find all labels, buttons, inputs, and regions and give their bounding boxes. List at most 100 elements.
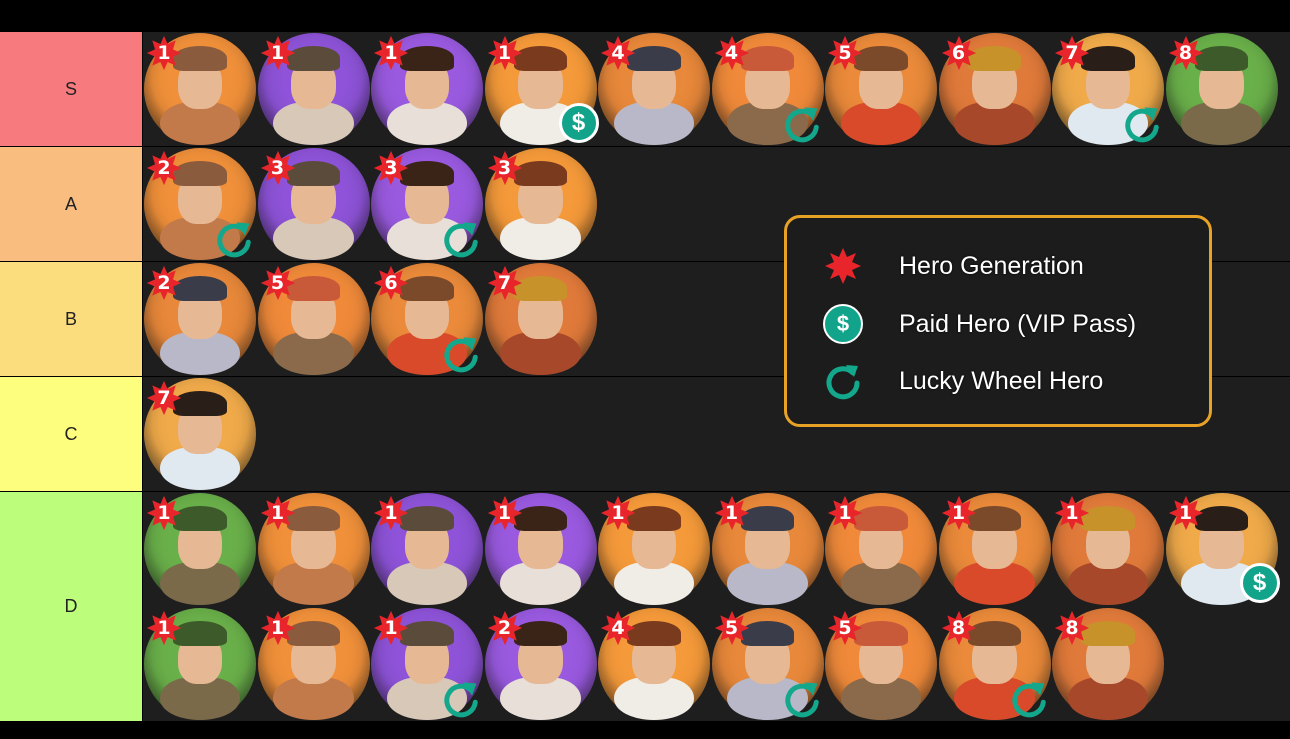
- generation-number: 8: [1065, 617, 1079, 639]
- red-star-badge-icon: [823, 246, 863, 286]
- generation-number: 5: [724, 617, 739, 639]
- generation-badge-icon: 1: [1168, 495, 1204, 531]
- hero-portrait[interactable]: 4: [598, 33, 710, 145]
- hero-portrait[interactable]: 1: [371, 33, 483, 145]
- hero-portrait[interactable]: 1: [144, 608, 256, 720]
- tier-label-c: C: [0, 377, 143, 491]
- generation-badge-icon: 1: [373, 35, 409, 71]
- generation-number: 8: [951, 617, 966, 639]
- hero-portrait[interactable]: 4: [711, 33, 824, 147]
- hero-portrait[interactable]: 7: [1052, 33, 1164, 145]
- circular-arrow-icon: [1120, 103, 1164, 147]
- generation-badge-icon: 6: [373, 265, 409, 301]
- hero-portrait[interactable]: 5: [825, 33, 937, 145]
- hero-portrait[interactable]: 2: [144, 148, 256, 260]
- hero-portrait[interactable]: 3: [371, 148, 483, 260]
- circular-arrow-icon: [823, 361, 863, 401]
- generation-number: 3: [497, 157, 512, 179]
- hero-portrait[interactable]: 8: [1165, 33, 1278, 145]
- hero-portrait[interactable]: 5: [825, 608, 937, 720]
- tier-label-a: A: [0, 147, 143, 261]
- generation-badge-icon: 4: [600, 35, 636, 71]
- legend-label-generation: Hero Generation: [899, 251, 1084, 280]
- generation-number: 3: [384, 157, 398, 179]
- generation-badge-icon: 8: [941, 610, 977, 646]
- hero-portrait[interactable]: 1: [484, 493, 597, 605]
- generation-number: 1: [838, 502, 852, 524]
- hero-portrait[interactable]: 1: [144, 493, 256, 605]
- generation-badge-icon: 2: [146, 265, 182, 301]
- hero-portrait[interactable]: 3: [484, 148, 597, 260]
- hero-portrait[interactable]: 1 $: [484, 33, 599, 145]
- generation-number: 1: [724, 502, 739, 524]
- hero-portrait[interactable]: 1: [144, 33, 256, 145]
- hero-portrait[interactable]: 1: [257, 608, 370, 720]
- legend-item-wheel: Lucky Wheel Hero: [823, 361, 1103, 401]
- hero-portrait[interactable]: 1 $: [1165, 493, 1280, 605]
- legend-box: Hero Generation $ Paid Hero (VIP Pass) L…: [784, 215, 1212, 427]
- generation-number: 1: [1065, 502, 1079, 524]
- generation-badge-icon: 1: [714, 495, 750, 531]
- hero-portrait[interactable]: 2: [144, 263, 256, 375]
- circular-arrow-icon: [780, 103, 824, 147]
- generation-badge-icon: 3: [373, 150, 409, 186]
- generation-badge-icon: 4: [600, 610, 636, 646]
- legend-item-paid: $ Paid Hero (VIP Pass): [823, 304, 1136, 344]
- generation-badge-icon: 5: [827, 35, 863, 71]
- generation-badge-icon: 1: [260, 610, 296, 646]
- generation-number: 8: [1178, 42, 1193, 64]
- tier-label-d: D: [0, 492, 143, 721]
- generation-badge-icon: 1: [1054, 495, 1090, 531]
- generation-badge-icon: 1: [146, 495, 182, 531]
- generation-number: 1: [1178, 502, 1193, 524]
- tier-list: S A B C D 1 1 1 1 $4 4 5 6 7 8 2 3 3 3 2 5 6 7 7 1 1 1 1 1 1 1 1 1 1…: [0, 32, 1290, 721]
- generation-number: 4: [611, 42, 625, 64]
- generation-number: 1: [497, 42, 512, 64]
- hero-portrait[interactable]: 1: [825, 493, 937, 605]
- generation-number: 1: [384, 42, 398, 64]
- generation-number: 1: [270, 502, 285, 524]
- hero-portrait[interactable]: 1: [371, 493, 483, 605]
- hero-portrait[interactable]: 1: [371, 608, 483, 720]
- generation-badge-icon: 7: [1054, 35, 1090, 71]
- hero-portrait[interactable]: 1: [598, 493, 710, 605]
- hero-portrait[interactable]: 5: [257, 263, 370, 375]
- generation-number: 1: [951, 502, 966, 524]
- generation-badge-icon: 7: [487, 265, 523, 301]
- hero-portrait[interactable]: 6: [938, 33, 1051, 145]
- generation-badge-icon: 1: [373, 495, 409, 531]
- generation-number: 4: [724, 42, 739, 64]
- legend-label-paid: Paid Hero (VIP Pass): [899, 309, 1137, 338]
- hero-portrait[interactable]: 8: [938, 608, 1051, 720]
- dollar-coin-icon: $: [1239, 563, 1280, 603]
- hero-portrait[interactable]: 6: [371, 263, 483, 375]
- dollar-coin-icon: $: [823, 304, 863, 344]
- circular-arrow-icon: [439, 678, 483, 722]
- generation-badge-icon: 1: [487, 495, 523, 531]
- hero-portrait[interactable]: 3: [257, 148, 370, 260]
- hero-portrait[interactable]: 1: [711, 493, 824, 605]
- generation-number: 2: [497, 617, 512, 639]
- generation-number: 5: [270, 272, 285, 294]
- circular-arrow-icon: [212, 218, 256, 262]
- hero-portrait[interactable]: 1: [938, 493, 1051, 605]
- hero-portrait[interactable]: 7: [144, 378, 256, 490]
- hero-portrait[interactable]: 4: [598, 608, 710, 720]
- hero-portrait[interactable]: 5: [711, 608, 824, 720]
- hero-portrait[interactable]: 2: [484, 608, 597, 720]
- generation-badge-icon: 1: [260, 35, 296, 71]
- hero-portrait[interactable]: 7: [484, 263, 597, 375]
- generation-number: 3: [270, 157, 285, 179]
- generation-number: 1: [270, 617, 285, 639]
- hero-portrait[interactable]: 8: [1052, 608, 1164, 720]
- hero-portrait[interactable]: 1: [257, 33, 370, 145]
- tier-label-s: S: [0, 32, 143, 146]
- generation-badge-icon: 1: [487, 35, 523, 71]
- circular-arrow-icon: [439, 333, 483, 377]
- generation-number: 5: [838, 42, 852, 64]
- hero-portrait[interactable]: 1: [257, 493, 370, 605]
- generation-badge-icon: 1: [373, 610, 409, 646]
- generation-number: 7: [497, 272, 512, 294]
- generation-number: 4: [611, 617, 625, 639]
- hero-portrait[interactable]: 1: [1052, 493, 1164, 605]
